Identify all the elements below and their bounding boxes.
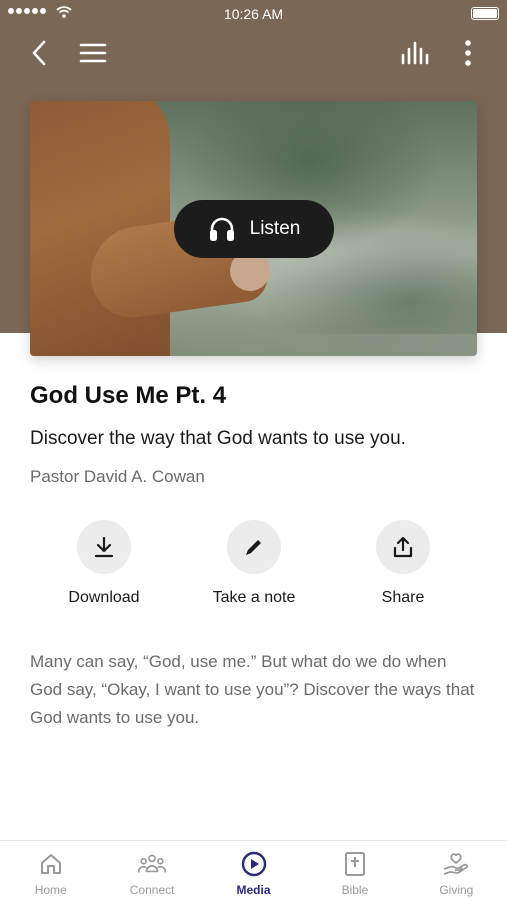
more-options-button[interactable] [451,36,485,70]
listen-label: Listen [249,218,301,239]
back-icon [32,40,46,66]
back-button[interactable] [22,36,56,70]
status-time: 10:26 AM [223,6,284,22]
equalizer-icon [401,41,429,65]
bible-icon [344,852,365,876]
sermon-description: Many can say, “God, use me.” But what do… [30,652,475,727]
sermon-title: God Use Me Pt. 4 [30,382,227,409]
home-icon [40,854,61,874]
tab-home[interactable]: Home [0,841,101,900]
tab-bible-label: Bible [341,883,369,897]
listen-button[interactable]: Listen [174,200,334,258]
tab-bible[interactable]: Bible [304,841,405,900]
sermon-subtitle: Discover the way that God wants to use y… [30,428,406,449]
nav-bar [0,30,507,76]
tab-media[interactable]: Media [203,841,304,900]
share-button[interactable]: Share [333,520,473,607]
menu-icon [79,43,107,63]
tab-home-label: Home [34,883,67,897]
tab-connect-label: Connect [129,883,175,897]
share-icon [393,536,413,558]
share-label: Share [381,589,425,606]
take-note-label: Take a note [212,589,296,606]
tab-giving[interactable]: Giving [406,841,507,900]
more-icon [465,40,471,66]
giving-icon [444,853,469,875]
download-label: Download [68,589,140,606]
menu-button[interactable] [76,36,110,70]
take-note-button[interactable]: Take a note [184,520,324,607]
play-icon [241,851,266,877]
download-icon [94,536,114,558]
tab-connect[interactable]: Connect [101,841,202,900]
people-icon [138,854,167,873]
equalizer-button[interactable] [398,36,432,70]
tab-media-label: Media [236,883,271,897]
download-button[interactable]: Download [34,520,174,607]
tab-giving-label: Giving [439,883,474,897]
headphones-icon [209,217,234,241]
pencil-icon [246,540,261,555]
speaker-name: Pastor David A. Cowan [30,467,205,486]
battery-icon [471,7,499,20]
bottom-tab-bar: Home Connect Media Bible Giving [0,840,507,900]
status-bar: 10:26 AM [0,0,507,28]
